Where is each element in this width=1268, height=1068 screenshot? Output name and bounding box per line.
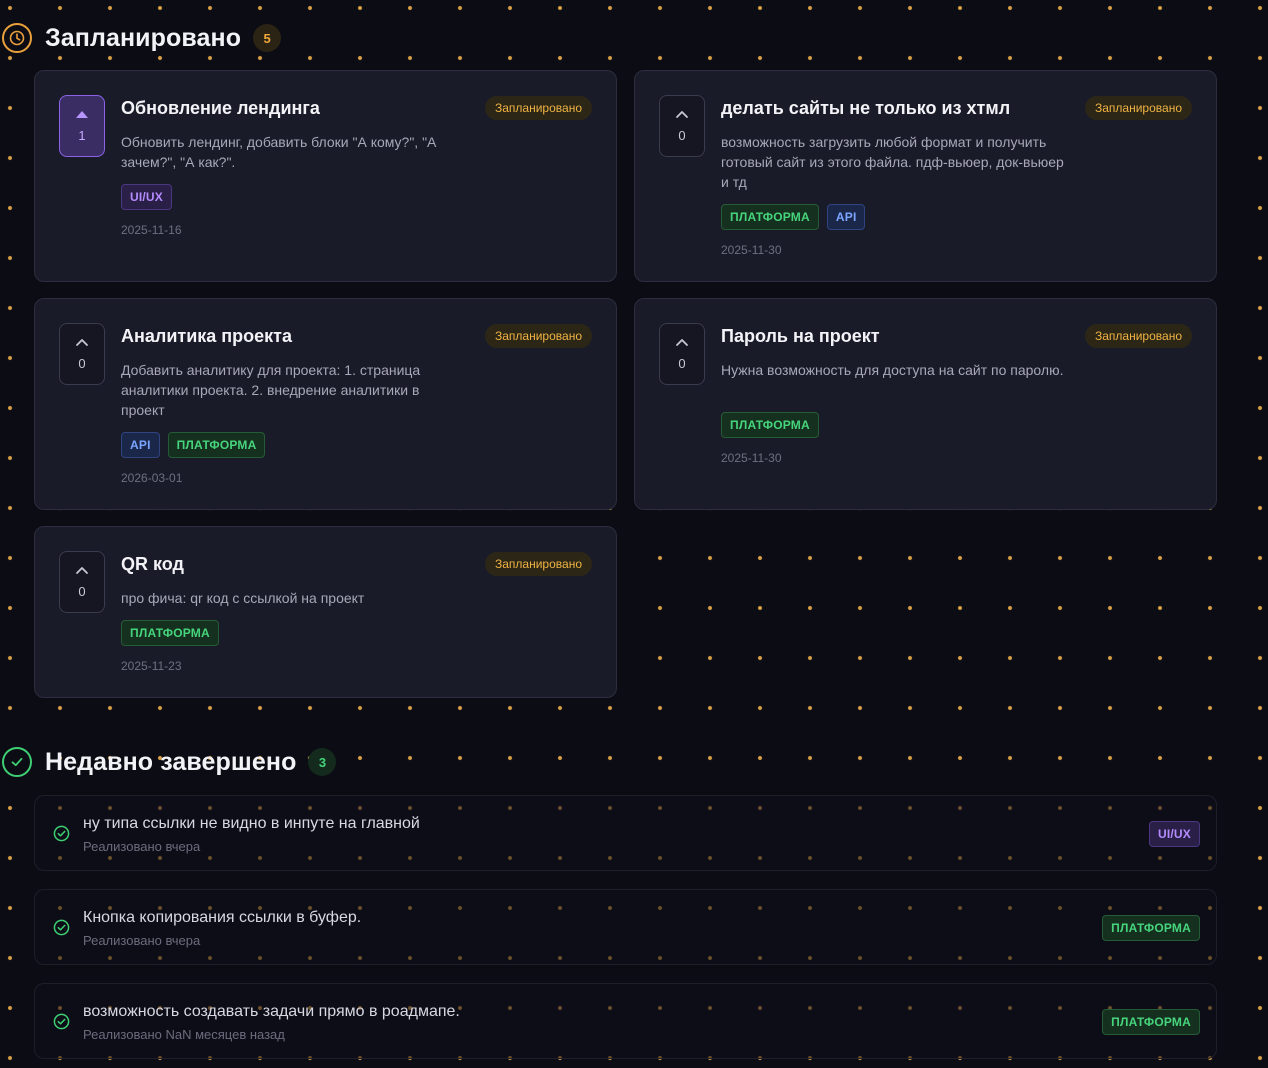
vote-count: 1 bbox=[78, 128, 86, 143]
planned-section-title: Запланировано bbox=[45, 23, 242, 52]
tag-platform: ПЛАТФОРМА bbox=[121, 620, 219, 646]
completed-item: Кнопка копирования ссылки в буфер. Реали… bbox=[34, 889, 1217, 965]
card-description: возможность загрузить любой формат и пол… bbox=[721, 134, 1064, 190]
vote-count: 0 bbox=[78, 356, 86, 371]
card-title: Обновление лендинга bbox=[121, 98, 320, 118]
tag-uiux: UI/UX bbox=[1148, 821, 1200, 847]
card-title: Аналитика проекта bbox=[121, 326, 292, 346]
roadmap-card: 0 QR код Запланировано про фича: qr код … bbox=[34, 526, 617, 698]
tag-platform: ПЛАТФОРМА bbox=[1102, 915, 1200, 941]
upvote-button[interactable]: 0 bbox=[59, 551, 105, 613]
upvote-button[interactable]: 0 bbox=[59, 323, 105, 385]
vote-count: 0 bbox=[78, 584, 86, 599]
tag-platform: ПЛАТФОРМА bbox=[167, 432, 266, 458]
tag-uiux: UI/UX bbox=[121, 184, 173, 210]
vote-count: 0 bbox=[678, 128, 686, 143]
completed-item-title: ну типа ссылки не видно в инпуте на глав… bbox=[83, 815, 420, 832]
chevron-up-icon bbox=[76, 567, 88, 574]
completed-item: ну типа ссылки не видно в инпуте на глав… bbox=[34, 795, 1217, 871]
planned-section-header: Запланировано 5 bbox=[2, 21, 282, 55]
status-badge: Запланировано bbox=[1085, 324, 1192, 348]
card-date: 2026-03-01 bbox=[121, 471, 183, 485]
completed-item-subtitle: Реализовано вчера bbox=[83, 839, 201, 854]
completed-section-header: Недавно завершено 3 bbox=[2, 745, 337, 779]
completed-item-subtitle: Реализовано NaN месяцев назад bbox=[83, 1027, 285, 1042]
chevron-up-icon bbox=[676, 339, 688, 346]
card-title: делать сайты не только из хтмл bbox=[721, 98, 1011, 118]
tag-list: ПЛАТФОРМА API bbox=[721, 204, 866, 230]
roadmap-card: 0 делать сайты не только из хтмл Заплани… bbox=[634, 70, 1217, 282]
status-badge: Запланировано bbox=[485, 552, 592, 576]
tag-platform: ПЛАТФОРМА bbox=[1102, 1009, 1200, 1035]
check-circle-icon bbox=[53, 1013, 70, 1030]
roadmap-card: 0 Аналитика проекта Запланировано Добави… bbox=[34, 298, 617, 510]
upvote-button[interactable]: 0 bbox=[659, 95, 705, 157]
roadmap-card: 0 Пароль на проект Запланировано Нужна в… bbox=[634, 298, 1217, 510]
card-date: 2025-11-30 bbox=[721, 451, 782, 465]
tag-list: ПЛАТФОРМА bbox=[721, 412, 819, 438]
tag-platform: ПЛАТФОРМА bbox=[721, 412, 819, 438]
vote-count: 0 bbox=[678, 356, 686, 371]
card-date: 2025-11-23 bbox=[121, 659, 182, 673]
card-description: про фича: qr код с ссылкой на проект bbox=[121, 590, 365, 606]
completed-item-title: Кнопка копирования ссылки в буфер. bbox=[83, 909, 362, 926]
completed-section-title: Недавно завершено bbox=[45, 747, 297, 776]
chevron-up-icon bbox=[76, 339, 88, 346]
completed-item-title: возможность создавать задачи прямо в роа… bbox=[83, 1003, 460, 1020]
tag-list: ПЛАТФОРМА bbox=[121, 620, 219, 646]
roadmap-card: 1 Обновление лендинга Запланировано Обно… bbox=[34, 70, 617, 282]
card-title: Пароль на проект bbox=[721, 326, 880, 346]
card-description: Нужна возможность для доступа на сайт по… bbox=[721, 362, 1064, 378]
check-circle-icon bbox=[2, 747, 32, 777]
card-description: Добавить аналитику для проекта: 1. стран… bbox=[121, 362, 421, 418]
upvote-button[interactable]: 0 bbox=[659, 323, 705, 385]
tag-platform: ПЛАТФОРМА bbox=[721, 204, 819, 230]
status-badge: Запланировано bbox=[1085, 96, 1192, 120]
planned-count-badge: 5 bbox=[253, 24, 282, 52]
upvote-button[interactable]: 1 bbox=[59, 95, 105, 157]
card-title: QR код bbox=[121, 554, 184, 574]
card-description: Обновить лендинг, добавить блоки "А кому… bbox=[121, 134, 437, 170]
completed-item: возможность создавать задачи прямо в роа… bbox=[34, 983, 1217, 1059]
tag-api: API bbox=[121, 432, 160, 458]
check-circle-icon bbox=[53, 825, 70, 842]
check-circle-icon bbox=[53, 919, 70, 936]
clock-icon bbox=[2, 23, 32, 53]
card-date: 2025-11-16 bbox=[121, 223, 182, 237]
completed-count-badge: 3 bbox=[308, 748, 337, 776]
completed-item-subtitle: Реализовано вчера bbox=[83, 933, 201, 948]
caret-up-icon bbox=[76, 111, 88, 118]
tag-api: API bbox=[826, 204, 866, 230]
status-badge: Запланировано bbox=[485, 324, 592, 348]
tag-list: API ПЛАТФОРМА bbox=[121, 432, 266, 458]
status-badge: Запланировано bbox=[485, 96, 592, 120]
card-date: 2025-11-30 bbox=[721, 243, 782, 257]
chevron-up-icon bbox=[676, 111, 688, 118]
tag-list: UI/UX bbox=[121, 184, 173, 210]
